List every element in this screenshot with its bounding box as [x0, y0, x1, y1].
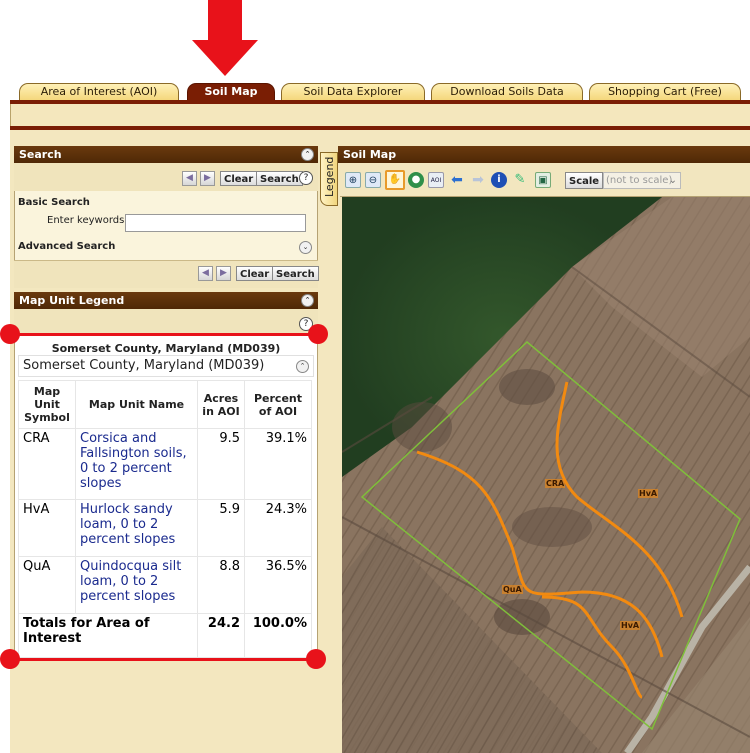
annotation-dot [0, 649, 20, 669]
soil-map-title: Soil Map [343, 148, 397, 161]
legend-panel-title: Map Unit Legend [19, 294, 125, 307]
search-panel-header: Search ⌃ [14, 146, 318, 163]
tab-soil-map[interactable]: Soil Map [187, 83, 275, 100]
soil-map-canvas[interactable]: CRA HvA QuA HvA [342, 197, 750, 753]
total-percent: 100.0% [244, 613, 312, 658]
collapse-up-icon[interactable]: ⌃ [296, 360, 309, 373]
table-total-row: Totals for Area of Interest 24.2 100.0% [18, 613, 312, 658]
header-percent: Percent of AOI [244, 380, 312, 429]
map-unit-link[interactable]: Hurlock sandy loam, 0 to 2 percent slope… [75, 499, 198, 557]
annotation-line-bottom [8, 658, 320, 661]
annotation-line-top [8, 333, 320, 336]
map-unit-table: Map Unit Symbol Map Unit Name Acres in A… [18, 380, 312, 658]
measure-icon[interactable]: ✎ [512, 172, 528, 188]
row-acres: 9.5 [197, 428, 245, 500]
clear-button[interactable]: Clear [220, 171, 258, 186]
table-row: QuA Quindocqua silt loam, 0 to 2 percent… [18, 556, 312, 614]
forward-arrow-icon[interactable]: ▶ [200, 171, 215, 186]
area-subtitle: Somerset County, Maryland (MD039) [23, 358, 265, 373]
row-acres: 5.9 [197, 499, 245, 557]
keywords-input[interactable] [125, 214, 306, 232]
collapse-up-icon[interactable]: ⌃ [301, 294, 314, 307]
identify-icon[interactable]: i [491, 172, 507, 188]
soil-map-panel-header: Soil Map [338, 146, 750, 163]
help-icon[interactable]: ? [299, 171, 313, 185]
table-header-row: Map Unit Symbol Map Unit Name Acres in A… [18, 380, 312, 429]
collapse-up-icon[interactable]: ⌃ [301, 148, 314, 161]
back-icon[interactable]: ⬅ [449, 172, 465, 188]
row-acres: 8.8 [197, 556, 245, 614]
forward-icon[interactable]: ➡ [470, 172, 486, 188]
scale-select[interactable]: (not to scale) ⌄ [603, 172, 681, 189]
scale-button[interactable]: Scale [565, 172, 604, 189]
area-title: Somerset County, Maryland (MD039) [51, 342, 281, 355]
advanced-search-toggle[interactable]: Advanced Search [18, 241, 115, 252]
row-percent: 39.1% [244, 428, 312, 500]
keywords-label: Enter keywords [47, 215, 125, 226]
total-acres: 24.2 [197, 613, 245, 658]
map-unit-link[interactable]: Quindocqua silt loam, 0 to 2 percent slo… [75, 556, 198, 614]
row-symbol: CRA [18, 428, 76, 500]
overview-icon[interactable]: ● [408, 172, 424, 188]
legend-toolbar [14, 309, 318, 333]
map-unit-link[interactable]: Corsica and Fallsington soils, 0 to 2 pe… [75, 428, 198, 500]
search-button[interactable]: Search [256, 171, 303, 186]
legend-panel-header: Map Unit Legend ⌃ [14, 292, 318, 309]
basic-search-label: Basic Search [18, 197, 90, 208]
aoi-icon[interactable]: AOI [428, 172, 444, 188]
map-label-qua: QuA [502, 585, 523, 594]
tab-download-soils-data[interactable]: Download Soils Data [431, 83, 583, 100]
header-symbol: Map Unit Symbol [18, 380, 76, 429]
aerial-map [342, 197, 750, 753]
back-arrow-icon[interactable]: ◀ [182, 171, 197, 186]
expand-down-icon[interactable]: ⌄ [299, 241, 312, 254]
ribbon-bar [10, 104, 750, 126]
table-row: CRA Corsica and Fallsington soils, 0 to … [18, 428, 312, 500]
tab-soil-data-explorer[interactable]: Soil Data Explorer [281, 83, 425, 100]
table-row: HvA Hurlock sandy loam, 0 to 2 percent s… [18, 499, 312, 557]
annotation-dot [0, 324, 20, 344]
total-label: Totals for Area of Interest [18, 613, 198, 658]
back-arrow-icon[interactable]: ◀ [198, 266, 213, 281]
zoom-in-icon[interactable]: ⊕ [345, 172, 361, 188]
row-percent: 24.3% [244, 499, 312, 557]
map-label-hva: HvA [620, 621, 641, 630]
scale-select-value: (not to scale) [606, 175, 673, 186]
pan-hand-icon[interactable]: ✋ [385, 170, 405, 190]
annotation-dot [306, 649, 326, 669]
annotation-arrow-head [192, 40, 258, 76]
tab-area-of-interest[interactable]: Area of Interest (AOI) [19, 83, 179, 100]
header-acres: Acres in AOI [197, 380, 245, 429]
header-name: Map Unit Name [75, 380, 198, 429]
search-panel-title: Search [19, 148, 62, 161]
legend-side-tab-label: Legend [323, 156, 336, 197]
zoom-out-icon[interactable]: ⊖ [365, 172, 381, 188]
annotation-arrow-shaft [208, 0, 242, 42]
row-percent: 36.5% [244, 556, 312, 614]
search-button[interactable]: Search [272, 266, 319, 281]
chevron-down-icon: ⌄ [668, 175, 677, 186]
clear-button[interactable]: Clear [236, 266, 274, 281]
map-label-hva: HvA [638, 489, 659, 498]
annotation-dot [308, 324, 328, 344]
row-symbol: QuA [18, 556, 76, 614]
row-symbol: HvA [18, 499, 76, 557]
map-label-cra: CRA [545, 479, 566, 488]
legend-side-tab[interactable]: Legend [320, 152, 338, 206]
tab-shopping-cart[interactable]: Shopping Cart (Free) [589, 83, 741, 100]
print-icon[interactable]: ▣ [535, 172, 551, 188]
forward-arrow-icon[interactable]: ▶ [216, 266, 231, 281]
